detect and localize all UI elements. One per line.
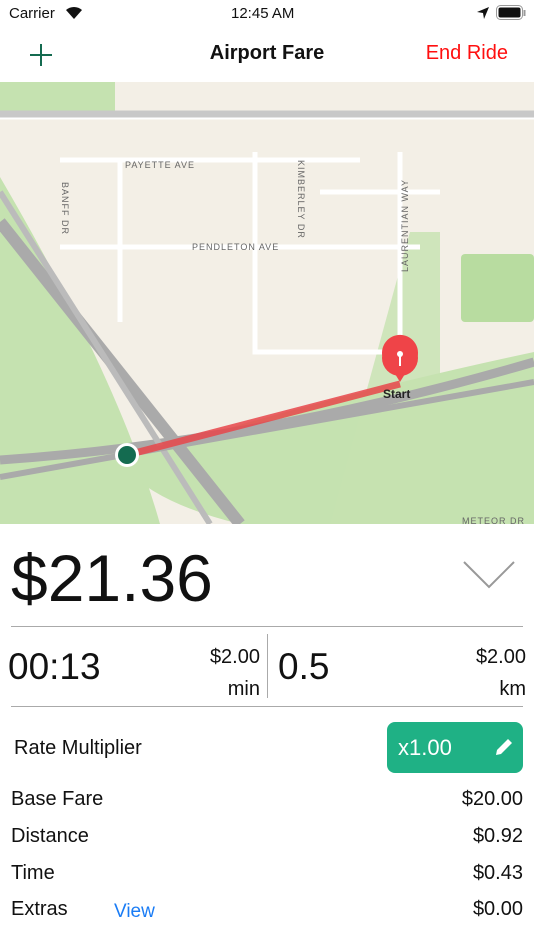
divider [11,626,523,627]
end-ride-button[interactable]: End Ride [426,42,508,65]
divider [267,634,268,698]
wifi-icon [66,6,82,19]
navigation-bar: Airport Fare End Ride [0,28,534,82]
battery-icon [496,5,526,20]
fare-row-extras: Extras $0.00 [11,898,523,920]
rate-multiplier-button[interactable]: x1.00 [387,722,523,773]
time-rate: $2.00 min [209,646,260,700]
fare-row-time: Time $0.43 [11,862,523,884]
fare-row-distance: Distance $0.92 [11,825,523,847]
location-arrow-icon [477,7,489,19]
distance-rate: $2.00 km [475,646,526,700]
street-label: METEOR DR [462,516,525,524]
street-label: KIMBERLEY DR [296,160,306,239]
current-location-marker [118,446,136,464]
street-label: PAYETTE AVE [125,160,195,170]
fare-row-base: Base Fare $20.00 [11,788,523,810]
carrier: Carrier [9,5,55,22]
status-bar: Carrier 12:45 AM [0,0,534,28]
route-map[interactable]: PAYETTE AVE PENDLETON AVE BANFF DR KIMBE… [0,82,534,524]
fare-total: $21.36 [11,541,213,615]
rate-multiplier-label: Rate Multiplier [14,737,142,759]
street-label: BANFF DR [60,182,70,235]
elapsed-time: 00:13 [8,646,101,687]
distance: 0.5 [278,646,330,687]
street-label: LAURENTIAN WAY [400,179,410,272]
street-label: PENDLETON AVE [192,242,279,252]
clock: 12:45 AM [231,5,295,22]
divider [11,706,523,707]
view-extras-link[interactable]: View [114,901,155,923]
chevron-down-icon[interactable] [462,560,516,590]
pencil-icon [496,739,512,755]
start-label: Start [383,387,410,401]
